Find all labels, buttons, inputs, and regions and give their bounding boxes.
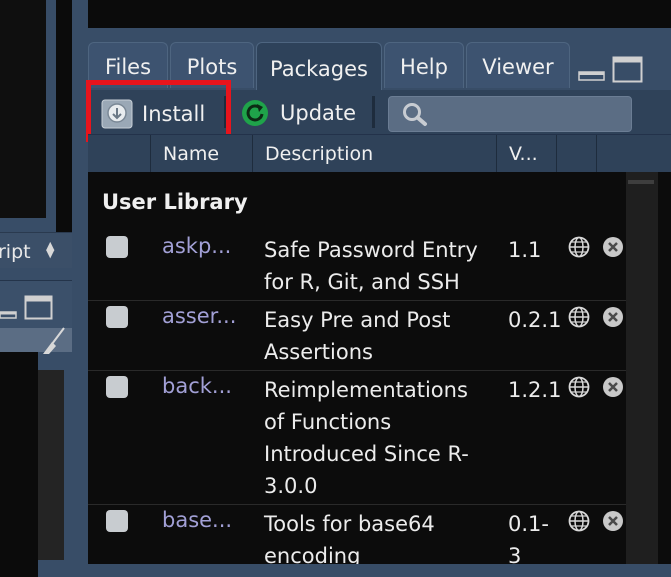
remove-package-icon[interactable] [602, 376, 624, 398]
left-bottom-toolbar [0, 327, 72, 354]
tab-help[interactable]: Help [384, 42, 464, 88]
package-version: 0.1- 3 [508, 512, 549, 564]
toolbar-separator [372, 96, 375, 128]
script-dropdown-label: ript [0, 241, 31, 263]
install-highlight-box [86, 80, 231, 142]
table-row: back... Reimplementations of Functions I… [88, 370, 626, 505]
package-list-scrollbar[interactable] [626, 172, 658, 564]
package-load-checkbox[interactable] [106, 376, 128, 398]
search-icon [403, 103, 427, 126]
editor-scrollbar[interactable] [56, 0, 72, 232]
table-row: base... Tools for base64 encoding 0.1- 3 [88, 504, 626, 564]
updown-arrows-icon: ▲ ▼ [46, 239, 55, 260]
package-name-link[interactable]: askp... [162, 234, 231, 258]
package-name-link[interactable]: asser... [162, 304, 236, 328]
table-row: askp... Safe Password Entry for R, Git, … [88, 230, 626, 301]
update-label: Update [280, 101, 357, 125]
package-description: Safe Password Entry for R, Git, and SSH [264, 238, 478, 294]
tab-packages[interactable]: Packages [256, 42, 382, 90]
package-name-link[interactable]: back... [162, 374, 232, 398]
table-row: asser... Easy Pre and Post Assertions 0.… [88, 300, 626, 371]
minimize-pane-icon[interactable] [0, 305, 18, 319]
globe-icon[interactable] [568, 306, 590, 328]
package-version: 1.2.1 [508, 378, 562, 402]
package-load-checkbox[interactable] [106, 236, 128, 258]
package-search-input[interactable] [388, 96, 632, 132]
console-content [0, 352, 38, 577]
package-description: Tools for base64 encoding [264, 512, 435, 564]
globe-icon[interactable] [568, 236, 590, 258]
column-header-web[interactable] [556, 135, 596, 173]
library-section-label: User Library [102, 190, 248, 214]
remove-package-icon[interactable] [602, 306, 624, 328]
left-bottom-pane-header [0, 280, 72, 329]
remove-package-icon[interactable] [602, 236, 624, 258]
package-load-checkbox[interactable] [106, 306, 128, 328]
left-bottom-pane [0, 280, 72, 577]
refresh-icon [242, 100, 268, 126]
tab-viewer[interactable]: Viewer [466, 42, 570, 88]
package-name-link[interactable]: base... [162, 508, 232, 532]
package-version: 1.1 [508, 238, 542, 262]
scrollbar-thumb[interactable] [628, 180, 654, 184]
package-table-header: Name Description V... [88, 134, 671, 173]
package-load-checkbox[interactable] [106, 510, 128, 532]
minimize-pane-icon[interactable] [578, 68, 606, 82]
script-type-dropdown[interactable]: ript ▲ ▼ [0, 232, 72, 268]
maximize-pane-icon[interactable] [24, 295, 54, 321]
column-header-version[interactable]: V... [496, 135, 556, 173]
globe-icon[interactable] [568, 376, 590, 398]
package-version: 0.2.1 [508, 308, 562, 332]
package-list: User Library askp... Safe Password Entry… [88, 172, 671, 564]
update-button[interactable]: Update [240, 98, 356, 128]
column-header-description[interactable]: Description [252, 135, 496, 173]
left-editor-pane [0, 0, 72, 270]
column-header-checkbox[interactable] [88, 135, 150, 173]
remove-package-icon[interactable] [602, 510, 624, 532]
pane-bottom-border [88, 564, 671, 577]
maximize-pane-icon[interactable] [612, 56, 644, 84]
column-header-name[interactable]: Name [150, 135, 252, 173]
column-header-remove[interactable] [596, 135, 671, 173]
editor-content [0, 0, 46, 218]
broom-clear-icon[interactable] [40, 326, 68, 356]
package-description: Easy Pre and Post Assertions [264, 308, 451, 364]
globe-icon[interactable] [568, 510, 590, 532]
console-scrollbar[interactable] [38, 370, 64, 560]
environment-pane-bottom [88, 0, 671, 28]
package-description: Reimplementations of Functions Introduce… [264, 378, 469, 498]
